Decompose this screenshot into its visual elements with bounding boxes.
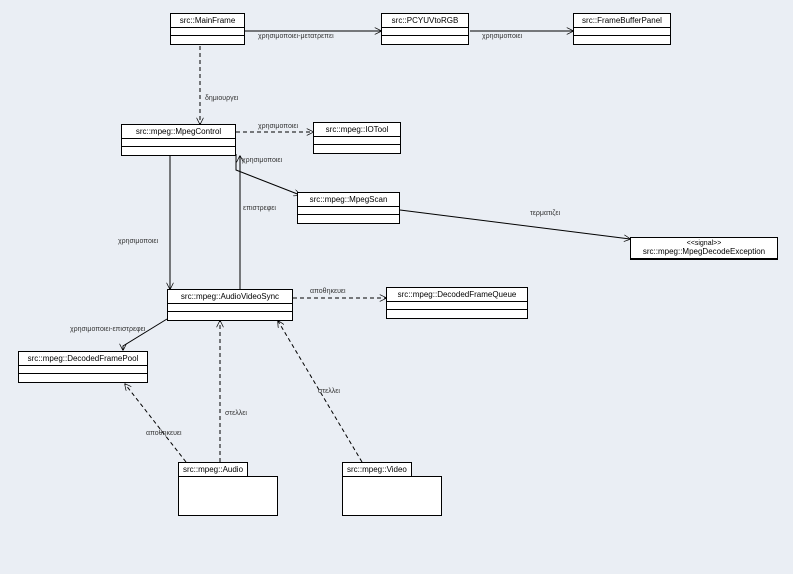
package-video-title: src::mpeg::Video bbox=[342, 462, 412, 476]
package-audio-title: src::mpeg::Audio bbox=[178, 462, 248, 476]
class-mainframe: src::MainFrame bbox=[170, 13, 245, 45]
label-mpegscan-exception: τερματιζει bbox=[530, 210, 560, 217]
package-video: src::mpeg::Video bbox=[342, 462, 442, 516]
class-audiovideosync: src::mpeg::AudioVideoSync bbox=[167, 289, 293, 321]
label-video-avsync: στελλει bbox=[318, 388, 340, 395]
class-mpegdecodeexception: <<signal>> src::mpeg::MpegDecodeExceptio… bbox=[630, 237, 778, 260]
label-mpegcontrol-mpegscan: χρησιμοποιει bbox=[242, 157, 282, 164]
label-mpegcontrol-iotool: χρησιμοποιει bbox=[258, 123, 298, 130]
package-audio: src::mpeg::Audio bbox=[178, 462, 278, 516]
label-audio-avsync: στελλει bbox=[225, 410, 247, 417]
class-mpegcontrol-title: src::mpeg::MpegControl bbox=[122, 125, 235, 139]
class-pcyuvtorgb-title: src::PCYUVtoRGB bbox=[382, 14, 468, 28]
class-framebufferpanel: src::FrameBufferPanel bbox=[573, 13, 671, 45]
class-mainframe-title: src::MainFrame bbox=[171, 14, 244, 28]
class-decodedframequeue: src::mpeg::DecodedFrameQueue bbox=[386, 287, 528, 319]
class-iotool: src::mpeg::IOTool bbox=[313, 122, 401, 154]
class-mpegscan: src::mpeg::MpegScan bbox=[297, 192, 400, 224]
exception-name: src::mpeg::MpegDecodeException bbox=[635, 247, 773, 256]
class-framebufferpanel-title: src::FrameBufferPanel bbox=[574, 14, 670, 28]
label-audio-dfp: αποθηκευει bbox=[146, 430, 182, 437]
class-decodedframepool-title: src::mpeg::DecodedFramePool bbox=[19, 352, 147, 366]
class-pcyuvtorgb: src::PCYUVtoRGB bbox=[381, 13, 469, 45]
label-mpegcontrol-avsync: χρησιμοποιει bbox=[118, 238, 158, 245]
label-mainframe-pcyuvtorgb: χρησιμοποιει-μετατρεπει bbox=[258, 33, 334, 40]
class-decodedframequeue-title: src::mpeg::DecodedFrameQueue bbox=[387, 288, 527, 302]
label-avsync-dfq: αποθηκευει bbox=[310, 288, 346, 295]
label-pcyuvtorgb-framebuffer: χρησιμοποιει bbox=[482, 33, 522, 40]
class-audiovideosync-title: src::mpeg::AudioVideoSync bbox=[168, 290, 292, 304]
label-mainframe-mpegcontrol: δημιουργει bbox=[205, 95, 238, 102]
class-iotool-title: src::mpeg::IOTool bbox=[314, 123, 400, 137]
exception-stereotype: <<signal>> bbox=[635, 240, 773, 247]
label-avsync-dfp: χρησιμοποιει-επιστρεφει bbox=[70, 326, 145, 333]
class-mpegcontrol: src::mpeg::MpegControl bbox=[121, 124, 236, 156]
label-mpegscan-mpegcontrol: επιστρεφει bbox=[243, 205, 276, 212]
class-mpegscan-title: src::mpeg::MpegScan bbox=[298, 193, 399, 207]
class-decodedframepool: src::mpeg::DecodedFramePool bbox=[18, 351, 148, 383]
